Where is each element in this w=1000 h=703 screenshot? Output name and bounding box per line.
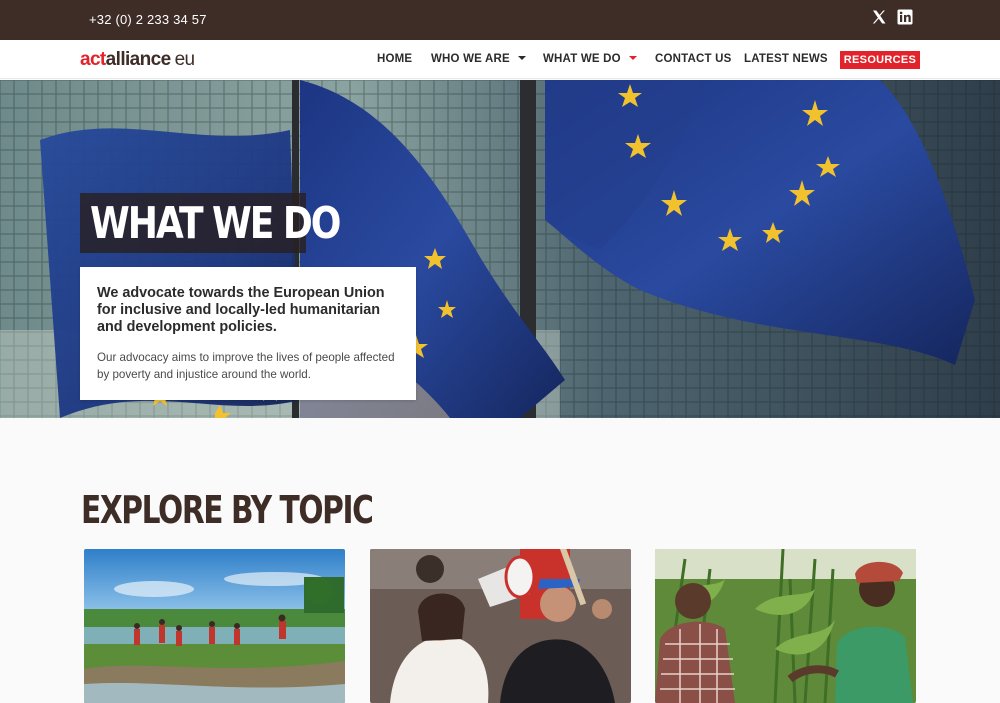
nav-latest-news[interactable]: LATEST NEWS [744, 53, 828, 65]
nav-who-we-are-label: WHO WE ARE [431, 53, 510, 65]
nav-what-we-do[interactable]: WHAT WE DO [543, 53, 637, 65]
topic-card-1[interactable] [84, 549, 345, 703]
nav-who-we-are[interactable]: WHO WE ARE [431, 53, 526, 65]
hero-lead-text: We advocate towards the European Union f… [97, 285, 385, 335]
nav-what-we-do-label: WHAT WE DO [543, 53, 621, 65]
nav-contact-us[interactable]: CONTACT US [655, 53, 732, 65]
actalliance-logo[interactable]: actalliance eu [80, 49, 195, 71]
explore-heading: EXPLORE BY TOPIC [81, 488, 374, 532]
logo-act: act [80, 49, 106, 70]
nav-home[interactable]: HOME [377, 53, 412, 65]
hero-title-box: WHAT WE DO [80, 193, 341, 253]
children-field-photo [84, 549, 345, 703]
chevron-down-icon [628, 55, 637, 60]
logo-eu: eu [174, 49, 196, 70]
protest-megaphone-photo [370, 549, 631, 703]
maize-farmers-photo [655, 549, 916, 703]
top-bar: +32 (0) 2 233 34 57 [0, 0, 1000, 40]
main-nav: actalliance eu HOME WHO WE ARE WHAT WE DO… [0, 40, 1000, 79]
resources-button[interactable]: RESOURCES [840, 51, 920, 69]
x-icon[interactable] [871, 9, 887, 25]
hero-sub-text: Our advocacy aims to improve the lives o… [97, 351, 395, 381]
hero-banner: WHAT WE DO We advocate towards the Europ… [0, 80, 1000, 418]
linkedin-icon[interactable] [897, 9, 913, 25]
topic-card-3[interactable] [655, 549, 916, 703]
topic-card-2[interactable] [370, 549, 631, 703]
phone-number[interactable]: +32 (0) 2 233 34 57 [89, 12, 207, 27]
chevron-down-icon [517, 55, 526, 60]
logo-alliance: alliance [105, 49, 172, 70]
hero-intro-card: We advocate towards the European Union f… [80, 267, 416, 400]
hero-title: WHAT WE DO [90, 198, 341, 249]
